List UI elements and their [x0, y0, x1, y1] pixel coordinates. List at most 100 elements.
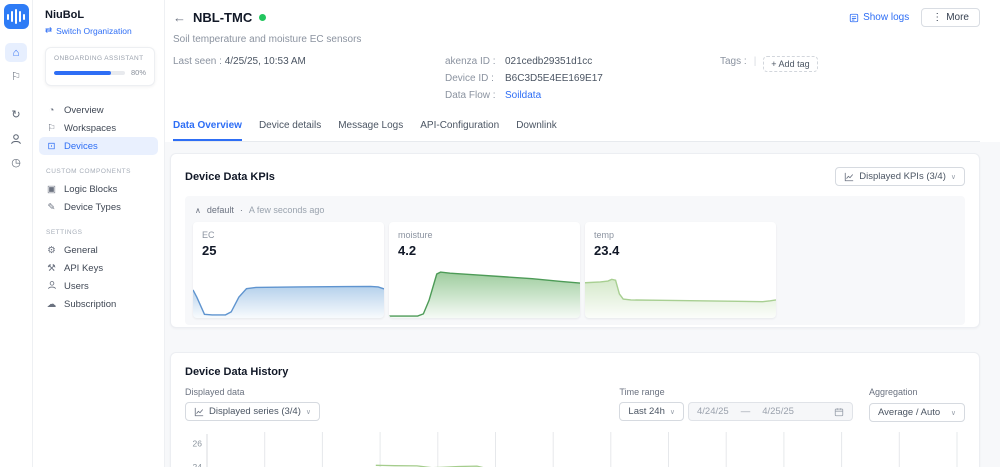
aggregation-label: Aggregation	[869, 387, 918, 397]
sidebar-item-users[interactable]: Users	[39, 277, 158, 295]
displayed-series-dropdown[interactable]: Displayed series (3/4) ∨	[185, 402, 320, 421]
last-seen-value: 4/25/25, 10:53 AM	[224, 56, 306, 67]
akenza-id-label: akenza ID :	[445, 56, 496, 67]
tab-device-details[interactable]: Device details	[259, 120, 321, 141]
data-flow-label: Data Flow :	[445, 90, 496, 101]
svg-text:24: 24	[193, 462, 203, 467]
date-from: 4/24/25	[697, 406, 729, 417]
time-range-select[interactable]: Last 24h ∨	[619, 402, 684, 421]
sidebar: NiuBoL ⇄ Switch Organization ONBOARDING …	[33, 0, 165, 467]
date-range-input[interactable]: 4/24/25 — 4/25/25	[688, 402, 853, 421]
section-settings: SETTINGS	[46, 229, 83, 236]
gear-icon: ⚙	[47, 244, 56, 256]
main-area: ← NBL-TMC Show logs ⋮ More Soil temperat…	[165, 0, 1000, 467]
dot-separator: ·	[239, 205, 243, 215]
kpi-moisture-chart	[389, 263, 580, 318]
kpi-ec-label: EC	[202, 230, 215, 240]
app-window: ⌂ ⚐ ↻ ◷ NiuBoL ⇄ Switch Organization ONB…	[0, 0, 1000, 467]
section-custom-components: CUSTOM COMPONENTS	[46, 168, 131, 175]
kpi-temp-value: 23.4	[594, 243, 620, 258]
sidebar-item-logic-blocks[interactable]: ▣ Logic Blocks	[39, 180, 158, 198]
calendar-icon	[834, 407, 844, 417]
subscription-icon: ☁	[46, 298, 57, 310]
logs-icon	[849, 13, 859, 22]
tags-label: Tags :	[720, 56, 747, 67]
sidebar-item-subscription[interactable]: ☁ Subscription	[39, 295, 158, 313]
sidebar-item-device-types[interactable]: ✎ Device Types	[39, 198, 158, 216]
sidebar-item-devices[interactable]: ⊡ Devices	[39, 137, 158, 155]
show-logs-link[interactable]: Show logs	[849, 12, 909, 23]
kpi-group-name: default	[206, 205, 234, 215]
chart-icon	[194, 407, 204, 417]
sidebar-item-api-keys[interactable]: ⚒ API Keys	[39, 259, 158, 277]
akenza-logo-icon[interactable]	[3, 4, 29, 29]
user-icon[interactable]	[5, 129, 27, 148]
tab-data-overview[interactable]: Data Overview	[173, 120, 242, 141]
akenza-id-value: 021cedb29351d1cc	[505, 56, 593, 67]
org-name: NiuBoL	[45, 9, 85, 21]
date-to: 4/25/25	[762, 406, 794, 417]
kpi-card-temp[interactable]: temp 23.4	[585, 222, 776, 318]
history-card-title: Device Data History	[185, 366, 289, 378]
tab-api-configuration[interactable]: API-Configuration	[420, 120, 499, 141]
kpi-temp-chart	[585, 263, 776, 318]
chevron-down-icon: ∨	[669, 408, 675, 416]
assistant-label: ONBOARDING ASSISTANT	[54, 55, 144, 62]
flag-icon[interactable]: ⚐	[5, 67, 27, 86]
kpi-card-title: Device Data KPIs	[185, 170, 275, 183]
kpi-temp-label: temp	[594, 230, 615, 240]
sidebar-item-workspaces[interactable]: ⚐ Workspaces	[39, 119, 158, 137]
kpi-card-moisture[interactable]: moisture 4.2	[389, 222, 580, 318]
tab-downlink[interactable]: Downlink	[516, 120, 557, 141]
kpi-ec-value: 25	[202, 243, 217, 258]
overview-icon: ◔	[48, 104, 55, 116]
icon-rail: ⌂ ⚐ ↻ ◷	[0, 0, 33, 467]
devices-icon: ⊡	[47, 140, 56, 152]
kpi-moisture-value: 4.2	[398, 243, 417, 258]
sidebar-item-general[interactable]: ⚙ General	[39, 241, 158, 259]
device-header: ← NBL-TMC Show logs ⋮ More Soil temperat…	[165, 0, 1000, 142]
device-description: Soil temperature and moisture EC sensors	[173, 34, 362, 45]
displayed-data-label: Displayed data	[185, 387, 245, 397]
progress-fill	[54, 70, 111, 75]
content-area: Device Data KPIs Displayed KPIs (3/4) ∨ …	[165, 142, 1000, 467]
device-info-row: Last seen : 4/25/25, 10:53 AM akenza ID …	[173, 56, 980, 107]
progress-bar	[54, 70, 125, 75]
kpi-card-ec[interactable]: EC 25	[193, 222, 384, 318]
collapse-icon[interactable]: ∧	[195, 206, 201, 215]
sidebar-item-overview[interactable]: ◔ Overview	[39, 101, 158, 119]
kpi-moisture-label: moisture	[398, 230, 433, 240]
switch-icon: ⇄	[45, 25, 53, 35]
kpi-group-panel: ∧ default · A few seconds ago EC 25 mois…	[185, 196, 965, 325]
kpi-group-updated: A few seconds ago	[248, 205, 325, 215]
chevron-down-icon: ∨	[950, 409, 956, 417]
kpi-ec-chart	[193, 263, 384, 318]
online-status-dot	[259, 14, 267, 21]
home-icon[interactable]: ⌂	[5, 43, 27, 62]
back-arrow-icon[interactable]: ←	[173, 10, 186, 25]
switch-organization-link[interactable]: ⇄ Switch Organization	[39, 25, 158, 36]
sidebar-nav: ◔ Overview ⚐ Workspaces ⊡ Devices CUSTOM…	[39, 101, 158, 313]
progress-percent: 80%	[130, 68, 146, 77]
date-range-separator: —	[740, 406, 751, 417]
api-keys-icon: ⚒	[47, 262, 56, 274]
refresh-icon[interactable]: ↻	[5, 105, 27, 124]
device-types-icon: ✎	[47, 201, 56, 213]
time-range-label: Time range	[619, 387, 665, 397]
chart-icon	[844, 172, 854, 182]
device-name: NBL-TMC	[193, 10, 253, 25]
data-flow-link[interactable]: Soildata	[505, 90, 541, 101]
onboarding-assistant-card[interactable]: ONBOARDING ASSISTANT 80%	[45, 47, 155, 86]
displayed-kpis-dropdown[interactable]: Displayed KPIs (3/4) ∨	[835, 167, 965, 186]
tab-message-logs[interactable]: Message Logs	[338, 120, 403, 141]
aggregation-select[interactable]: Average / Auto ∨	[869, 403, 965, 422]
device-id-value: B6C3D5E4EE169E17	[505, 73, 603, 84]
last-seen-label: Last seen :	[173, 56, 222, 67]
clock-icon[interactable]: ◷	[5, 153, 27, 172]
svg-text:26: 26	[193, 439, 203, 449]
workspaces-icon: ⚐	[47, 122, 56, 134]
more-button[interactable]: ⋮ More	[921, 8, 980, 27]
users-icon	[46, 280, 57, 293]
add-tag-button[interactable]: + Add tag	[763, 56, 818, 72]
history-chart[interactable]: 262422	[185, 432, 965, 467]
